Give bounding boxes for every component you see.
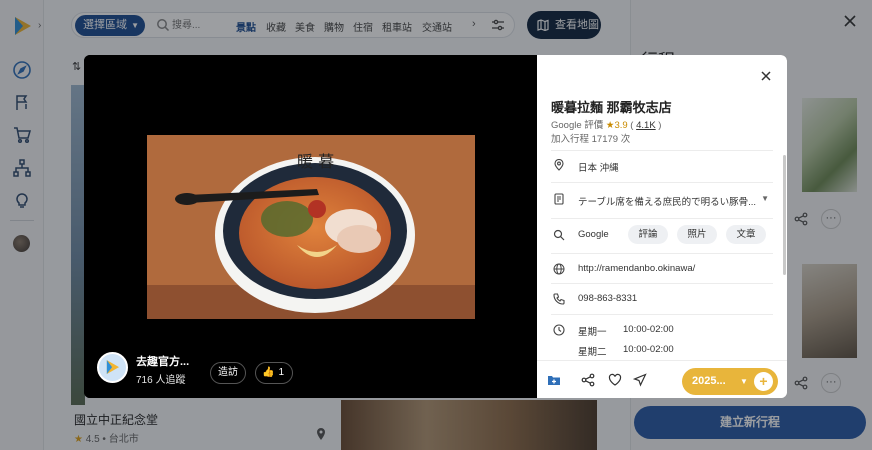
photos-chip[interactable]: 照片 <box>677 225 717 244</box>
visit-button[interactable]: 造訪 <box>210 362 246 384</box>
thumbs-up-icon: 👍 <box>262 367 275 378</box>
navigate-icon[interactable] <box>633 373 647 387</box>
author-avatar[interactable] <box>97 352 128 383</box>
globe-icon <box>553 263 565 275</box>
ramen-photo: 暖 暮 <box>147 135 475 319</box>
rating-value: 3.9 <box>614 120 628 131</box>
region-row: 日本 沖縄 <box>551 150 773 180</box>
hours-line: 星期二 10:00-02:00 <box>578 344 674 358</box>
heart-icon[interactable] <box>608 373 622 387</box>
hours-day: 星期一 <box>578 327 607 338</box>
description-text: テーブル席を備える庶民的で明るい豚骨... <box>578 197 757 208</box>
chevron-down-icon[interactable]: ▼ <box>761 194 769 203</box>
added-count: 加入行程 17179 次 <box>551 134 631 145</box>
website-row[interactable]: http://ramendanbo.okinawa/ <box>551 253 773 283</box>
reviews-chip[interactable]: 評論 <box>628 225 668 244</box>
photo-viewer: 暖 暮 去趣官方... 716 人追蹤 造訪 👍 1 <box>84 55 537 398</box>
add-to-trip-button[interactable]: 2025... ▼ + <box>682 368 778 395</box>
articles-chip[interactable]: 文章 <box>726 225 766 244</box>
author-logo-icon <box>106 360 120 375</box>
like-button[interactable]: 👍 1 <box>255 362 293 384</box>
share-icon[interactable] <box>581 373 595 387</box>
hours-time: 10:00-02:00 <box>623 344 674 355</box>
rating-count-link[interactable]: 4.1K <box>636 120 656 131</box>
modal-footer: 2025... ▼ + <box>537 360 787 398</box>
scrollbar[interactable] <box>783 155 786 275</box>
place-title: 暖暮拉麵 那霸牧志店 <box>551 100 672 115</box>
google-label: Google <box>578 229 609 240</box>
hours-time: 10:00-02:00 <box>623 324 674 335</box>
place-info: 暖暮拉麵 那霸牧志店 Google 評價 ★3.9 ( 4.1K ) 加入行程 … <box>537 55 787 398</box>
description-row[interactable]: テーブル席を備える庶民的で明るい豚骨... ▼ <box>551 182 773 215</box>
svg-text:暖 暮: 暖 暮 <box>297 152 334 171</box>
chevron-down-icon[interactable]: ▼ <box>740 368 748 395</box>
rating-source: Google 評價 <box>551 120 604 131</box>
add-to-collection-icon[interactable] <box>547 373 561 387</box>
website-link[interactable]: http://ramendanbo.okinawa/ <box>578 263 695 274</box>
search-icon <box>553 229 565 241</box>
author-followers: 716 人追蹤 <box>136 375 186 386</box>
phone-number[interactable]: 098-863-8331 <box>578 293 637 304</box>
rating-line: Google 評價 ★3.9 ( 4.1K ) <box>551 120 662 131</box>
author-name[interactable]: 去趣官方... <box>136 353 189 369</box>
place-modal: 暖 暮 去趣官方... 716 人追蹤 造訪 👍 1 暖暮拉麵 那霸牧志店 Goo… <box>84 55 787 398</box>
google-row: Google 評論 照片 文章 <box>551 218 773 251</box>
region-text: 日本 沖縄 <box>578 163 619 174</box>
close-icon[interactable] <box>759 69 773 83</box>
like-count: 1 <box>278 367 285 378</box>
phone-icon <box>553 293 565 305</box>
document-icon <box>554 193 564 205</box>
hours-row: 星期一 10:00-02:00 星期二 10:00-02:00 <box>551 314 773 360</box>
hours-day: 星期二 <box>578 347 607 358</box>
clock-icon <box>553 324 565 336</box>
map-pin-icon <box>554 159 564 171</box>
trip-date-label: 2025... <box>692 375 726 387</box>
hours-line: 星期一 10:00-02:00 <box>578 324 674 338</box>
plus-icon[interactable]: + <box>754 372 773 391</box>
phone-row[interactable]: 098-863-8331 <box>551 283 773 313</box>
